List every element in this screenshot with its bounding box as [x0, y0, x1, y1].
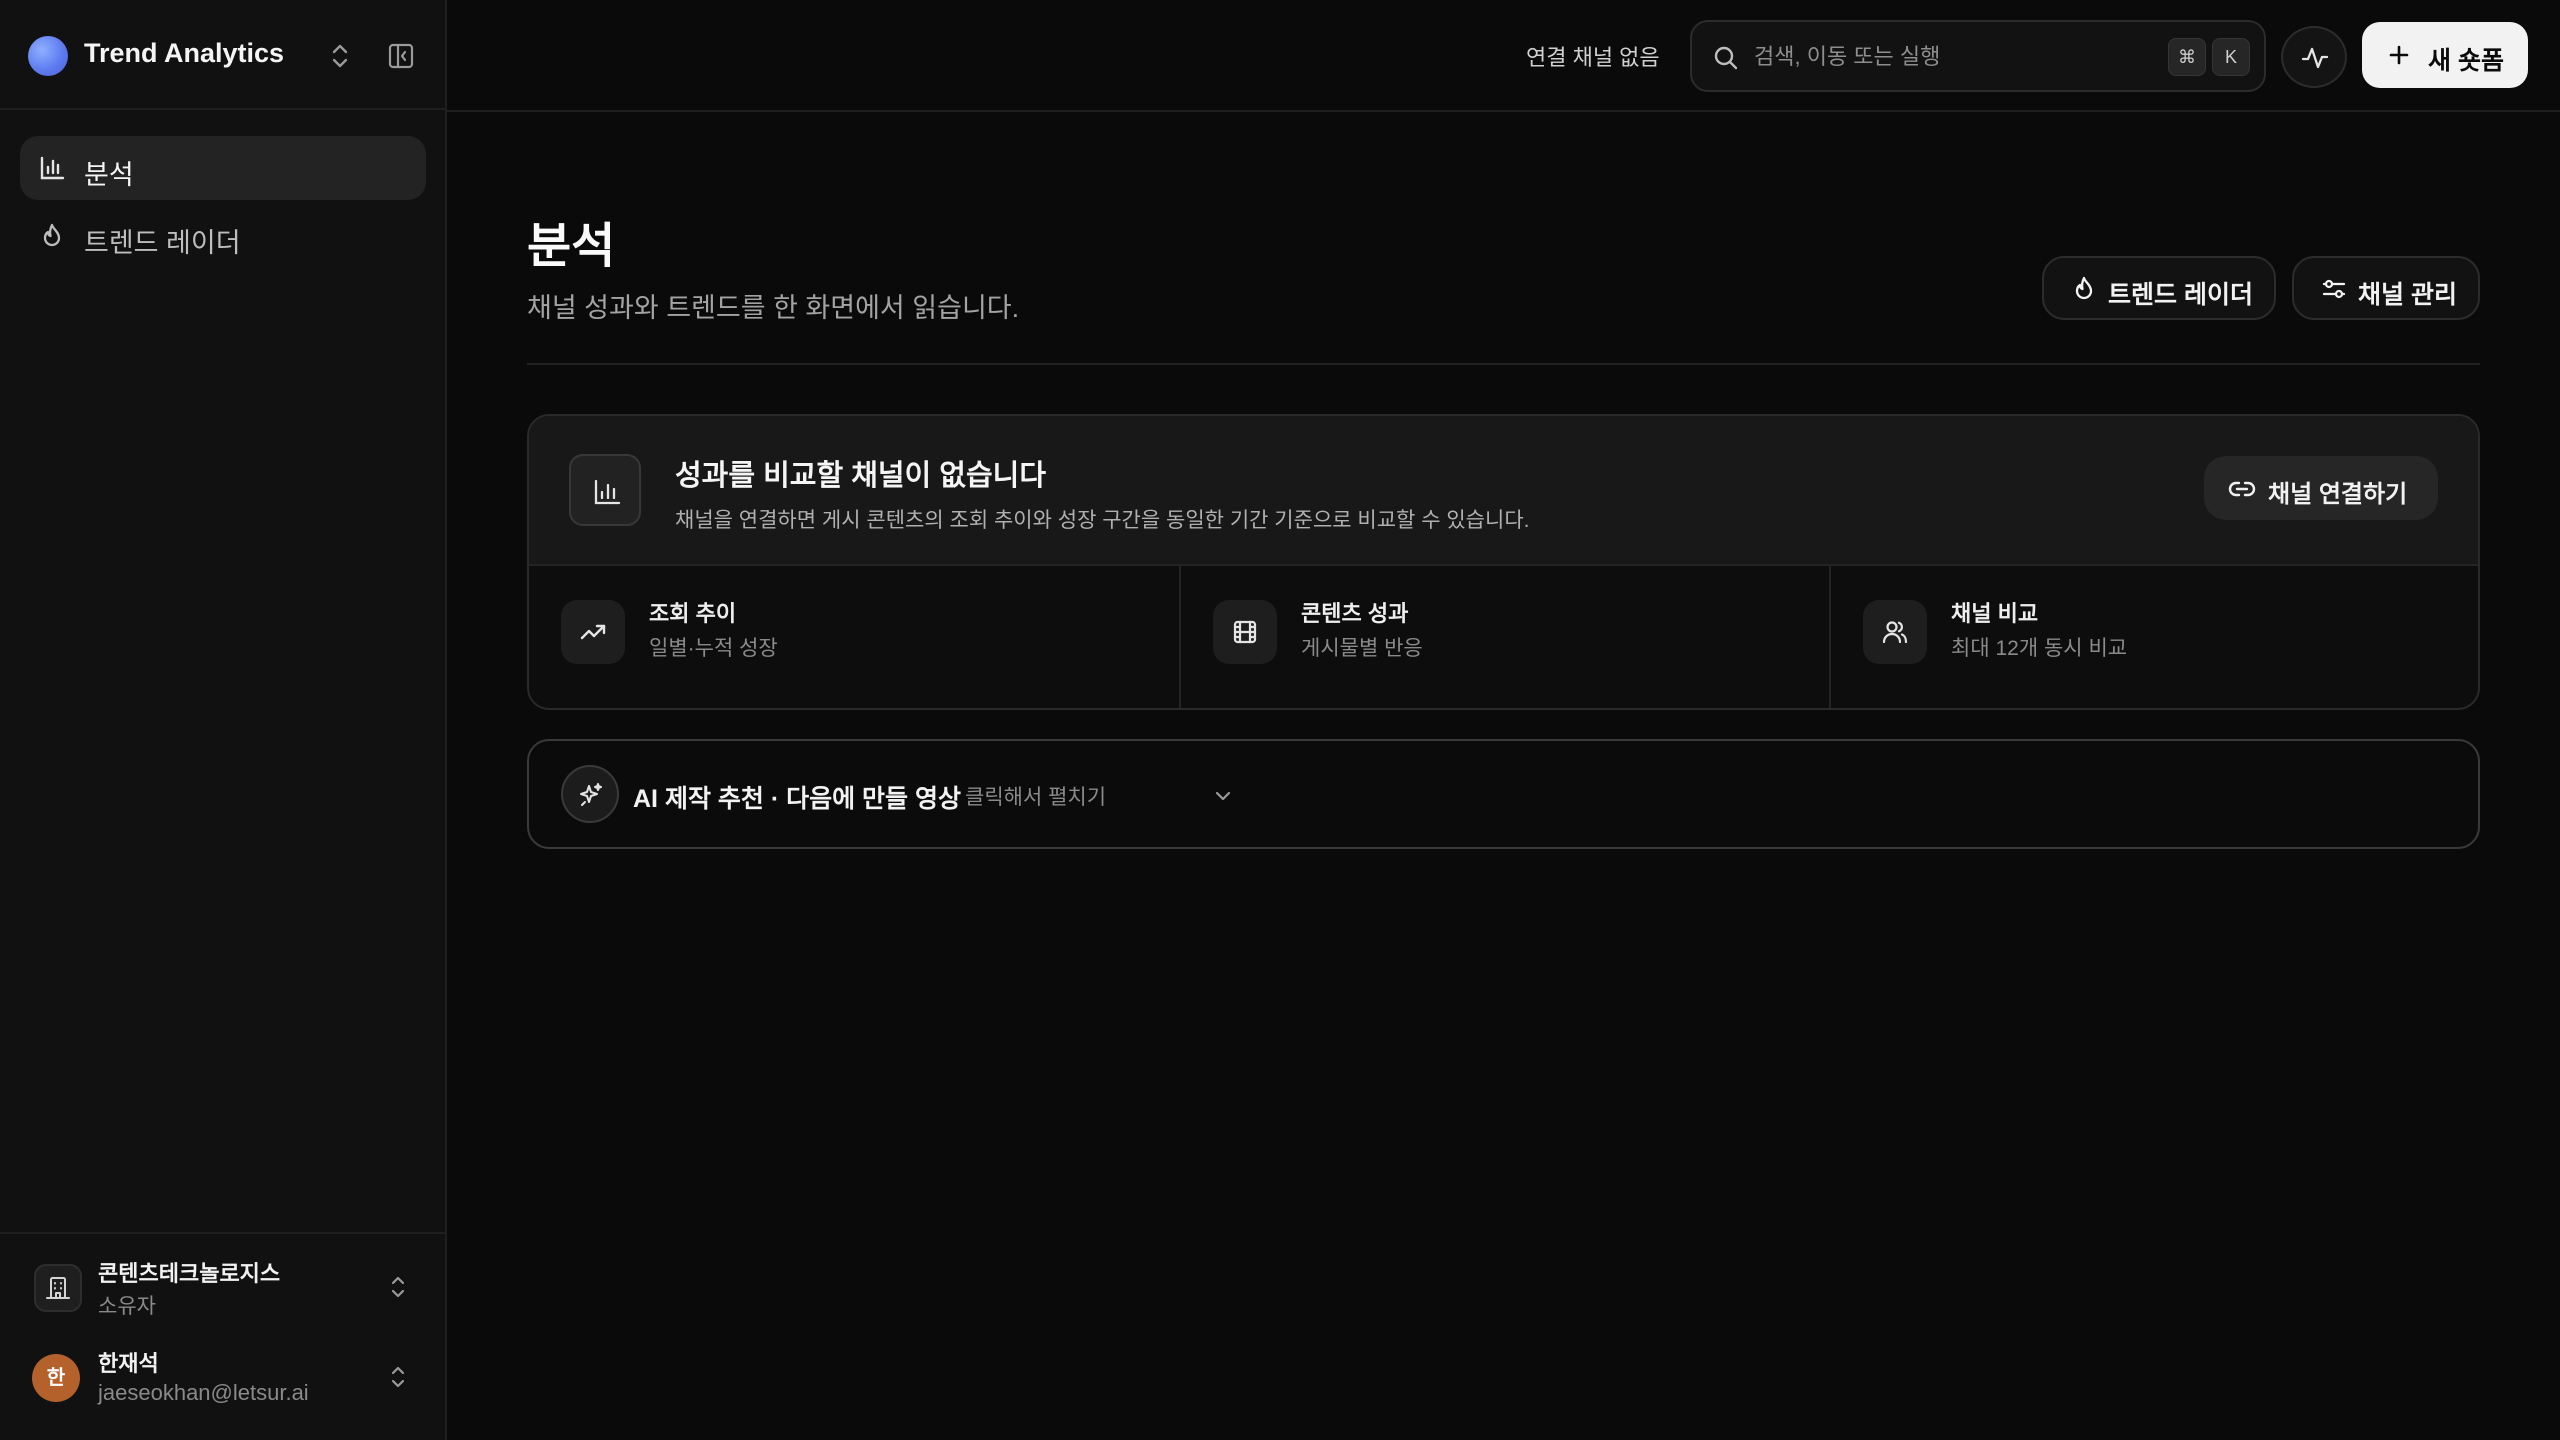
connect-channel-label: 채널 연결하기 — [2268, 481, 2408, 508]
channel-manage-label: 채널 관리 — [2358, 281, 2457, 309]
chevron-down-icon — [1212, 785, 1234, 807]
chevrons-up-down-icon[interactable] — [386, 1362, 410, 1392]
sidebar-footer: 콘텐츠테크놀로지스 소유자 한 한재석 jaeseokhan@letsur.ai — [0, 1232, 445, 1440]
feature-title: 채널 비교 — [1951, 601, 2039, 626]
channel-manage-button[interactable]: 채널 관리 — [2292, 256, 2480, 320]
feature-title: 콘텐츠 성과 — [1301, 601, 1409, 626]
shortcut-key-k: K — [2212, 38, 2250, 76]
main-content: 분석 채널 성과와 트렌드를 한 화면에서 읽습니다. 트렌드 레이더 채널 관… — [447, 112, 2560, 1440]
chevrons-up-down-icon[interactable] — [386, 1272, 410, 1302]
sliders-icon — [2322, 279, 2346, 299]
sidebar-item-label: 분석 — [84, 160, 134, 190]
search-icon — [1712, 44, 1740, 72]
sidebar-item-label: 트렌드 레이더 — [84, 228, 241, 258]
link-icon — [2228, 481, 2256, 497]
activity-button[interactable] — [2281, 26, 2347, 88]
new-short-button[interactable]: 새 숏폼 — [2362, 22, 2528, 88]
workspace-name: 콘텐츠테크놀로지스 — [98, 1261, 281, 1286]
chevrons-up-down-icon[interactable] — [326, 40, 354, 72]
app-name: Trend Analytics — [84, 38, 285, 68]
feature-channel-compare: 채널 비교 최대 12개 동시 비교 — [1829, 566, 2478, 708]
shortcut-key-cmd: ⌘ — [2168, 38, 2206, 76]
feature-subtitle: 게시물별 반응 — [1301, 637, 1423, 660]
bar-chart-icon — [569, 454, 641, 526]
app-logo — [28, 36, 68, 76]
activity-icon — [2301, 47, 2329, 69]
feature-title: 조회 추이 — [649, 601, 737, 626]
user-name: 한재석 — [98, 1351, 159, 1376]
trend-radar-label: 트렌드 레이더 — [2108, 281, 2253, 309]
building-icon — [34, 1264, 82, 1312]
trending-up-icon — [561, 600, 625, 664]
connect-channel-button[interactable]: 채널 연결하기 — [2204, 456, 2438, 520]
plus-icon — [2389, 45, 2409, 65]
feature-subtitle: 최대 12개 동시 비교 — [1951, 637, 2128, 660]
sidebar-item-analytics[interactable]: 분석 — [20, 136, 426, 200]
empty-state-card: 성과를 비교할 채널이 없습니다 채널을 연결하면 게시 콘텐츠의 조회 추이와… — [527, 414, 2480, 710]
command-search[interactable]: ⌘ K — [1690, 20, 2266, 92]
page-subtitle: 채널 성과와 트렌드를 한 화면에서 읽습니다. — [527, 293, 1020, 323]
ai-recommendation-toggle[interactable]: AI 제작 추천 · 다음에 만들 영상 클릭해서 펼치기 — [527, 739, 2480, 849]
flame-icon — [38, 222, 66, 250]
ai-recommendation-hint: 클릭해서 펼치기 — [965, 786, 1107, 809]
sidebar-collapse-icon[interactable] — [386, 41, 416, 71]
empty-state-title: 성과를 비교할 채널이 없습니다 — [675, 460, 1047, 492]
avatar: 한 — [32, 1354, 80, 1402]
search-input[interactable] — [1754, 40, 2134, 74]
trend-radar-button[interactable]: 트렌드 레이더 — [2042, 256, 2276, 320]
workspace-role: 소유자 — [98, 1295, 156, 1318]
sidebar-item-trend-radar[interactable]: 트렌드 레이더 — [20, 204, 426, 268]
sparkles-icon — [561, 765, 619, 823]
feature-content-performance: 콘텐츠 성과 게시물별 반응 — [1179, 566, 1829, 708]
header-divider — [527, 363, 2480, 365]
film-icon — [1213, 600, 1277, 664]
users-icon — [1863, 600, 1927, 664]
app-root: Trend Analytics 분석 트렌드 레이더 콘텐츠테크놀로지스 소유자… — [0, 0, 2560, 1440]
workspace-switcher[interactable]: Trend Analytics — [0, 0, 445, 110]
bar-chart-icon — [38, 154, 66, 182]
user-email: jaeseokhan@letsur.ai — [98, 1380, 309, 1405]
channel-status: 연결 채널 없음 — [1526, 45, 1660, 70]
top-bar: 연결 채널 없음 ⌘ K 새 숏폼 — [447, 0, 2560, 112]
feature-subtitle: 일별·누적 성장 — [649, 637, 778, 660]
new-short-label: 새 숏폼 — [2428, 47, 2504, 75]
page-title: 분석 — [527, 220, 616, 273]
empty-state-description: 채널을 연결하면 게시 콘텐츠의 조회 추이와 성장 구간을 동일한 기간 기준… — [675, 509, 1530, 532]
sidebar: Trend Analytics 분석 트렌드 레이더 콘텐츠테크놀로지스 소유자… — [0, 0, 447, 1440]
ai-recommendation-title: AI 제작 추천 · 다음에 만들 영상 — [633, 785, 962, 813]
feature-view-trend: 조회 추이 일별·누적 성장 — [529, 566, 1179, 708]
flame-icon — [2075, 276, 2093, 300]
empty-state-header: 성과를 비교할 채널이 없습니다 채널을 연결하면 게시 콘텐츠의 조회 추이와… — [529, 416, 2478, 566]
